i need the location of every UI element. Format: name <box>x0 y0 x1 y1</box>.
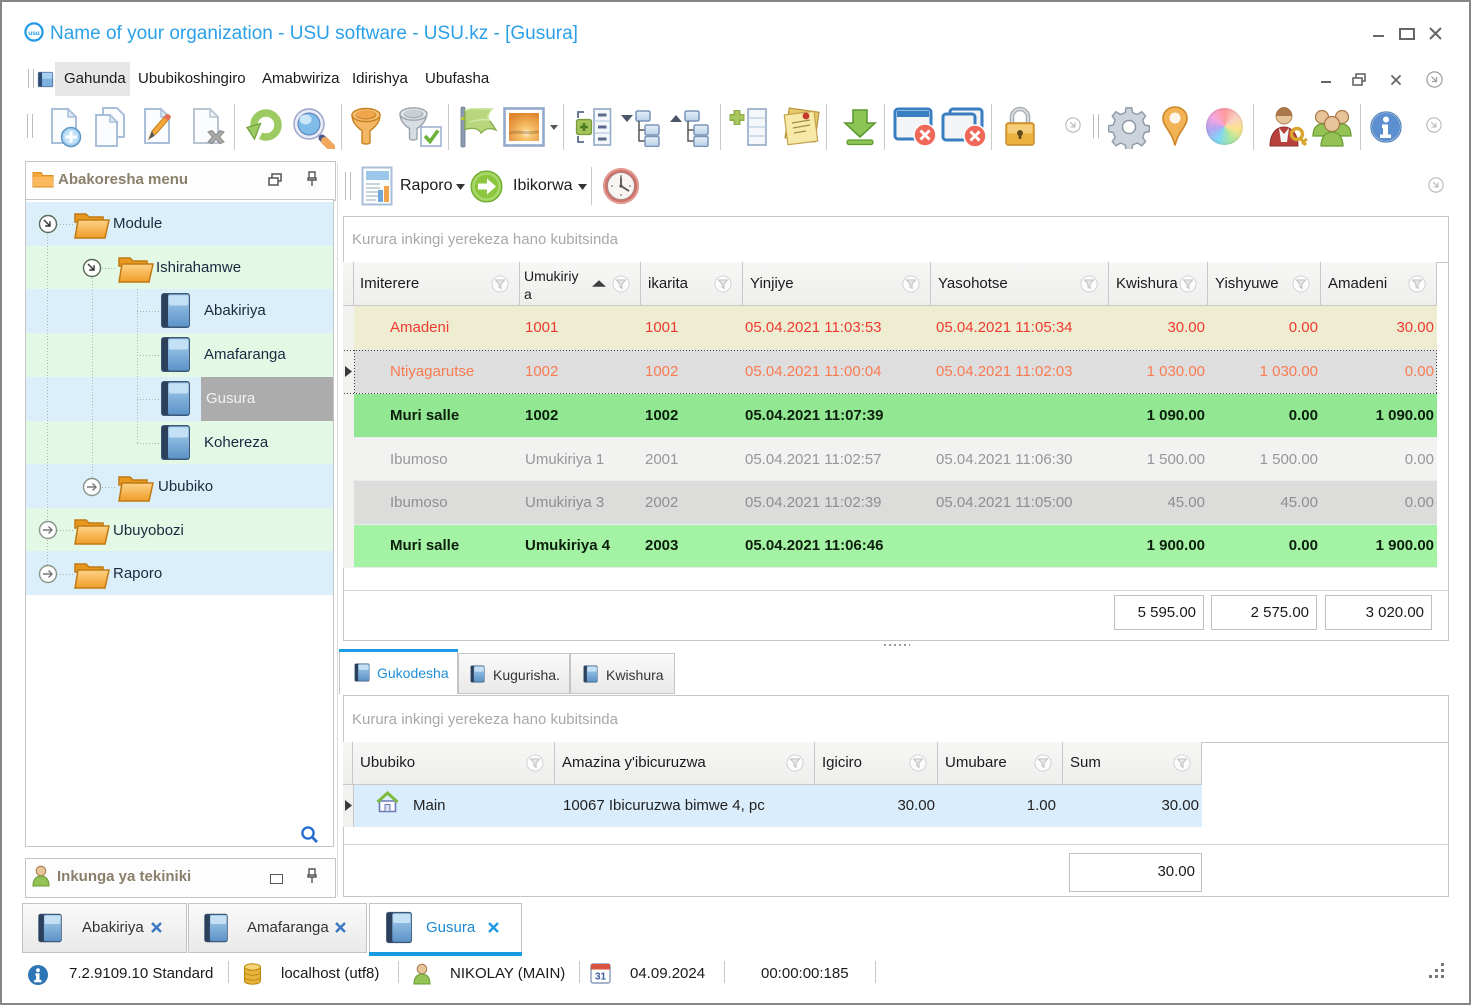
svg-text:usu: usu <box>28 30 40 37</box>
svg-text:31: 31 <box>595 972 607 983</box>
